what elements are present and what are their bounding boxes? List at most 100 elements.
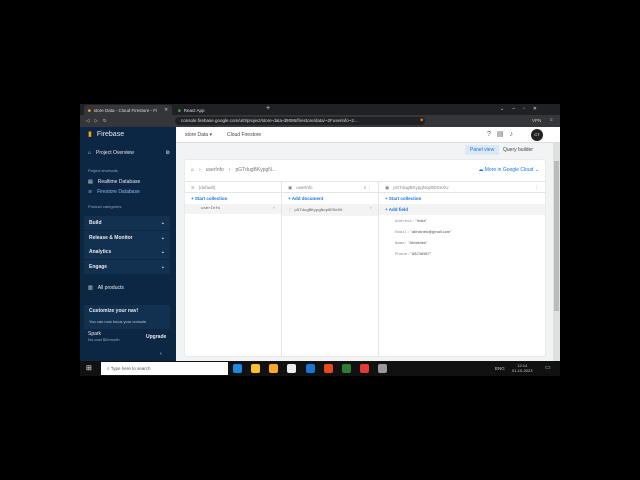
upgrade-button[interactable]: Upgrade — [146, 334, 166, 340]
chevron-down-icon: ⌄ — [160, 264, 165, 270]
breadcrumb: ⌂ › userInfo › pGTdugBKypgN... ☁ More in Goo… — [185, 160, 545, 182]
vscode-icon[interactable] — [306, 364, 315, 373]
column-title: (default) — [198, 185, 216, 190]
search-placeholder: Type here to search — [110, 366, 151, 371]
project-name: store Data — [185, 132, 209, 138]
taskbar: ⊞ ⌕ Type here to search ENG 12:14 01-10-2… — [80, 361, 560, 376]
field-value: "India" — [415, 217, 427, 223]
chevron-right-icon: › — [369, 207, 372, 211]
file-explorer-icon[interactable] — [269, 364, 278, 373]
category-analytics[interactable]: Analytics ⌄ — [84, 245, 170, 259]
scrollbar[interactable] — [553, 143, 560, 361]
windows-start-icon[interactable]: ⊞ — [86, 364, 92, 372]
action-label: Start collection — [194, 196, 228, 201]
action-label: Start collection — [388, 196, 422, 201]
firebase-icon: ■ — [88, 107, 91, 113]
add-document-button[interactable]: + Add document — [282, 193, 378, 204]
brand[interactable]: ▮ Firebase — [88, 130, 124, 139]
sidebar-item-realtime-database[interactable]: ▤ Realtime Database — [88, 179, 140, 185]
browser-window: ■ store Data - Cloud Firestore - Fi ✕ ■ Rea… — [80, 104, 560, 361]
edge-icon[interactable] — [233, 364, 242, 373]
action-label: Add document — [291, 196, 324, 201]
all-products[interactable]: ▥ All products — [88, 285, 124, 291]
start-collection-button[interactable]: + Start collection — [185, 193, 281, 204]
tab-label: store Data - Cloud Firestore - Fi — [93, 107, 157, 113]
project-selector[interactable]: store Data ▾ — [185, 132, 212, 138]
category-engage[interactable]: Engage ⌄ — [84, 260, 170, 274]
app-icon[interactable] — [378, 364, 387, 373]
vpn-button[interactable]: VPN — [532, 118, 541, 123]
close-icon[interactable]: ✕ — [164, 107, 168, 113]
column-title: pGTdugBKypgNop9DSeXU — [393, 185, 449, 190]
column-header: ▣ userInfo ≡ ⋮ — [282, 182, 378, 193]
notification-icon[interactable]: ▭ — [545, 364, 551, 371]
app-icon[interactable] — [342, 364, 351, 373]
breadcrumb-item[interactable]: pGTdugBKypgN... — [235, 167, 276, 174]
avatar[interactable]: CT — [531, 129, 543, 141]
project-overview[interactable]: ⌂ Project Overview ⚙ — [88, 150, 170, 156]
plan-info: Spark No-cost $0/month — [88, 331, 120, 342]
start-collection-button[interactable]: + Start collection — [379, 193, 545, 204]
taskbar-search[interactable]: ⌕ Type here to search — [101, 362, 228, 375]
list-item[interactable]: ⋮ pGTdugBKypgNop9DSeXU › — [282, 204, 378, 216]
category-release-monitor[interactable]: Release & Monitor ⌄ — [84, 231, 170, 245]
more-icon[interactable]: ⋮ — [535, 185, 540, 190]
more-google-cloud-button[interactable]: ☁ More in Google Cloud ⌄ — [478, 167, 539, 174]
customize-text: You can now focus your console — [89, 319, 147, 324]
brave-icon[interactable] — [324, 364, 333, 373]
add-field-button[interactable]: + Add field — [379, 204, 545, 215]
filter-icon[interactable]: ≡ ⋮ — [364, 185, 372, 190]
brave-shield-icon[interactable]: ◆ — [420, 117, 423, 123]
field-row[interactable]: Address: "India" — [379, 215, 545, 226]
list-item[interactable]: userInfo › — [185, 204, 281, 214]
category-label: Release & Monitor — [89, 235, 133, 241]
data-panel: ⌂ › userInfo › pGTdugBKypgN... ☁ More in Goo… — [185, 160, 545, 356]
breadcrumb-item[interactable]: userInfo — [206, 167, 224, 174]
menu-icon[interactable]: ≡ — [550, 117, 553, 122]
customize-card: Customize your nav! You can now focus yo… — [84, 305, 170, 329]
item-label: userInfo — [201, 207, 221, 211]
store-icon[interactable] — [287, 364, 296, 373]
gear-icon[interactable]: ⚙ — [166, 150, 170, 156]
header-icons[interactable]: ?▤♪ — [487, 130, 519, 138]
tab-bar: ■ store Data - Cloud Firestore - Fi ✕ ■ Rea… — [80, 104, 560, 115]
column-title: userInfo — [296, 185, 313, 190]
address-bar-row: ◁▷↻ console.firebase.google.com/u/0/proj… — [80, 115, 560, 127]
field-key: Address: — [395, 219, 415, 224]
url-input[interactable]: console.firebase.google.com/u/0/project/… — [175, 117, 425, 125]
chevron-down-icon: ⌄ — [160, 220, 165, 226]
field-row[interactable]: Email: "abhishek@gmail.com" — [379, 226, 545, 237]
field-row[interactable]: Phone: "65236987" — [379, 248, 545, 259]
language-indicator[interactable]: ENG — [495, 366, 505, 371]
action-label: Add field — [388, 207, 408, 212]
chrome-icon[interactable] — [251, 364, 260, 373]
overview-label: Project Overview — [96, 150, 134, 156]
item-label: Firestore Database — [97, 189, 140, 195]
chevron-down-icon: ⌄ — [160, 249, 165, 255]
plan-sub: No-cost $0/month — [88, 337, 120, 342]
collection-icon: ▣ — [288, 185, 293, 190]
collapse-icon[interactable]: ‹ — [160, 351, 162, 357]
query-builder-tab[interactable]: Query builder — [503, 147, 533, 153]
new-tab-button[interactable]: + — [266, 105, 270, 112]
panel-view-tab[interactable]: Panel view — [465, 145, 500, 155]
window-controls[interactable]: ⌄–▫✕ — [500, 106, 545, 112]
sidebar-item-firestore-database[interactable]: ≋ Firestore Database — [88, 189, 140, 195]
category-build[interactable]: Build ⌄ — [84, 216, 170, 230]
tab-firestore[interactable]: ■ store Data - Cloud Firestore - Fi ✕ — [84, 105, 172, 115]
chevron-right-icon: › — [272, 207, 275, 211]
section-title: Cloud Firestore — [227, 132, 262, 138]
nav-buttons[interactable]: ◁▷↻ — [86, 118, 112, 124]
field-value: "abhishek@gmail.com" — [410, 228, 452, 234]
column-header: ▣ pGTdugBKypgNop9DSeXU ⋮ — [379, 182, 545, 193]
field-row[interactable]: Name: "Abhishek" — [379, 237, 545, 248]
category-label: Build — [89, 220, 102, 226]
home-icon[interactable]: ⌂ — [191, 167, 194, 174]
field-value: "Abhishek" — [408, 239, 428, 245]
clock[interactable]: 12:14 01-10-2023 — [512, 363, 532, 373]
main-content: Panel view Query builder ⌂ › userInfo › pGTd… — [176, 143, 553, 361]
category-label: Analytics — [89, 249, 112, 255]
tab-react-app[interactable]: ■ React App — [174, 105, 254, 115]
youtube-icon[interactable] — [360, 364, 369, 373]
shortcuts-label: Project shortcuts — [88, 168, 118, 173]
